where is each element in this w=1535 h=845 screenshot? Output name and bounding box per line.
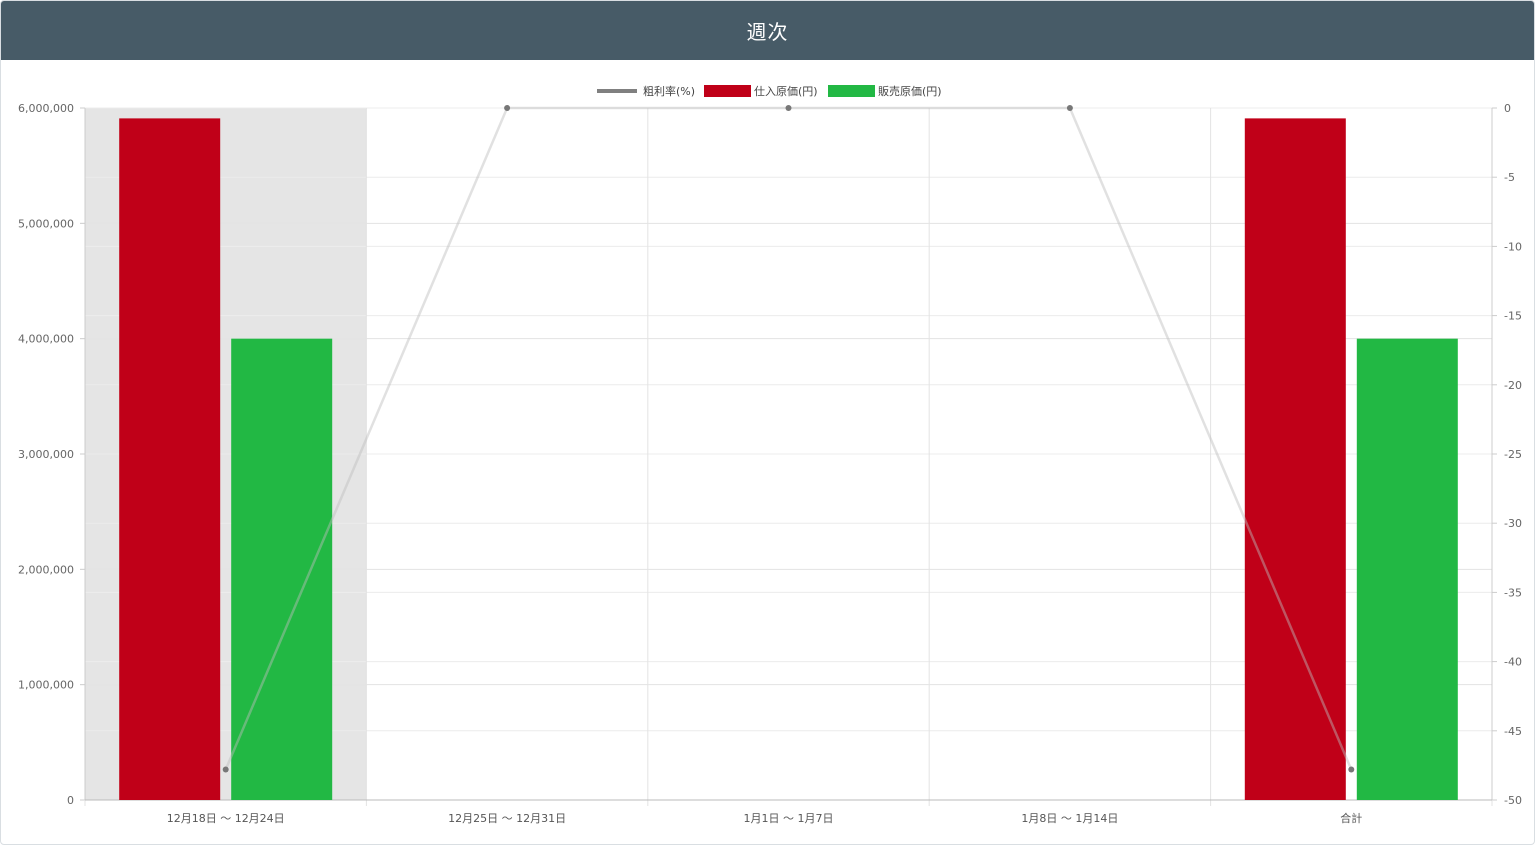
right-tick-label: -25 [1504, 448, 1522, 461]
gross-margin-point [1066, 105, 1073, 111]
gross-margin-point [222, 766, 229, 773]
left-tick-label: 6,000,000 [18, 102, 74, 115]
legend-swatch-sales-cost [828, 85, 875, 97]
right-tick-label: -40 [1504, 656, 1522, 669]
right-tick-label: -10 [1504, 240, 1522, 253]
left-tick-label: 5,000,000 [18, 217, 74, 230]
left-tick-label: 0 [67, 794, 74, 807]
gross-margin-line [224, 106, 1353, 771]
left-tick-label: 2,000,000 [18, 563, 74, 576]
right-tick-label: -15 [1504, 310, 1522, 323]
gross-margin-point [504, 105, 511, 111]
x-tick-label: 1月8日 ～ 1月14日 [1021, 812, 1118, 825]
right-tick-label: 0 [1504, 102, 1511, 115]
legend-swatch-purchase-cost [704, 85, 751, 97]
right-tick-label: -35 [1504, 586, 1522, 599]
right-tick-label: -45 [1504, 725, 1522, 738]
legend-label: 仕入原価(円) [754, 85, 818, 98]
left-tick-label: 4,000,000 [18, 333, 74, 346]
weekly-chart: 0 1,000,000 2,000,000 3,000,000 4,000,000 5,0… [18, 84, 1522, 825]
gross-margin-point [785, 105, 792, 111]
legend-label: 販売原価(円) [878, 85, 942, 98]
x-tick-label: 12月18日 ～ 12月24日 [167, 812, 285, 825]
right-tick-label: -20 [1504, 379, 1522, 392]
bar-purchase-cost [119, 118, 221, 800]
right-tick-label: -50 [1504, 794, 1522, 807]
right-tick-label: -5 [1504, 171, 1515, 184]
gross-margin-point [1348, 766, 1355, 773]
legend-swatch-gross-margin [597, 89, 637, 93]
bar-purchase-cost [1244, 118, 1346, 800]
x-tick-label: 12月25日 ～ 12月31日 [448, 812, 566, 825]
left-tick-label: 1,000,000 [18, 679, 74, 692]
weekly-chart-panel: 週次 0 1,000,000 2,000,000 3,000,000 4,000,000… [0, 0, 1535, 845]
bar-sales-cost [1356, 338, 1458, 800]
x-tick-label: 1月1日 ～ 1月7日 [744, 812, 834, 825]
right-tick-label: -30 [1504, 517, 1522, 530]
left-tick-label: 3,000,000 [18, 448, 74, 461]
bar-sales-cost [231, 338, 333, 800]
x-tick-label: 合計 [1340, 811, 1362, 825]
legend-label: 粗利率(%) [643, 84, 695, 98]
